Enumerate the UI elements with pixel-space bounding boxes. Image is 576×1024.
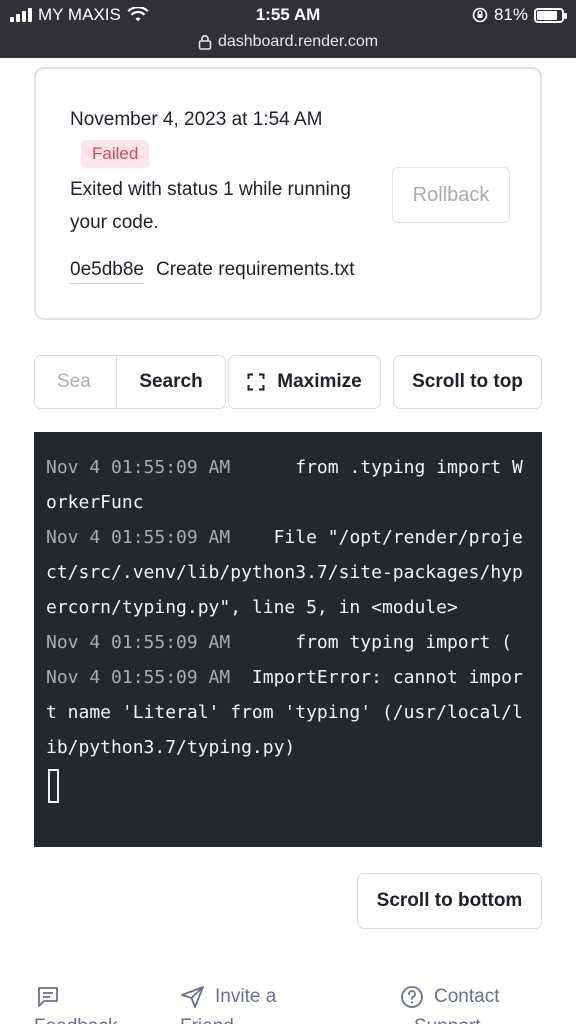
contact-label: Contact (434, 986, 500, 1007)
deploy-date: November 4, 2023 at 1:54 AM (70, 109, 323, 130)
invite-friend-link[interactable]: Invite a (180, 985, 276, 1009)
deploy-card: November 4, 2023 at 1:54 AM Failed Exite… (34, 67, 542, 320)
invite-label: Invite a (215, 986, 277, 1007)
help-icon (401, 986, 423, 1008)
feedback-icon (38, 987, 58, 1007)
battery-area: 81% (472, 5, 567, 25)
scroll-to-top-button[interactable]: Scroll to top (393, 355, 542, 409)
scroll-to-bottom-button[interactable]: Scroll to bottom (357, 873, 542, 929)
log-search-group: Search (34, 355, 226, 409)
lock-icon (198, 35, 212, 50)
log-timestamp: Nov 4 01:55:09 AM (46, 667, 231, 688)
log-timestamp: Nov 4 01:55:09 AM (46, 457, 231, 478)
feedback-link[interactable] (36, 985, 60, 1009)
url-bar[interactable]: dashboard.render.com (0, 33, 576, 51)
deploy-message: Exited with status 1 while running your … (70, 179, 351, 233)
commit-info: 0e5db8e Create requirements.txt (70, 259, 355, 284)
log-line: Nov 4 01:55:09 AM from .typing import Wo… (46, 450, 530, 520)
log-line: Nov 4 01:55:09 AM from typing import ( (46, 625, 530, 660)
log-text: from typing import ( (230, 632, 512, 653)
contact-label-2[interactable]: Support (414, 1016, 481, 1024)
send-icon (181, 986, 204, 1008)
url-text: dashboard.render.com (217, 33, 379, 50)
battery-percent: 81% (493, 5, 528, 24)
commit-message: Create requirements.txt (155, 259, 355, 280)
battery-icon (534, 7, 567, 23)
status-bar: MY MAXIS 1:55 AM 81% dashboard.render.co… (0, 0, 576, 58)
status-badge: Failed (81, 140, 150, 168)
rollback-button[interactable]: Rollback (392, 167, 510, 223)
terminal-cursor (48, 769, 59, 803)
orientation-lock-icon (472, 7, 488, 23)
log-line: Nov 4 01:55:09 AM ImportError: cannot im… (46, 660, 530, 765)
contact-support-link[interactable]: Contact (400, 985, 499, 1009)
maximize-icon (247, 373, 265, 391)
invite-label-2[interactable]: Friend (180, 1016, 234, 1024)
log-timestamp: Nov 4 01:55:09 AM (46, 632, 231, 653)
log-timestamp: Nov 4 01:55:09 AM (46, 527, 231, 548)
feedback-label[interactable]: Feedback (34, 1016, 117, 1024)
log-terminal[interactable]: Nov 4 01:55:09 AM from .typing import Wo… (34, 432, 542, 847)
maximize-label: Maximize (277, 371, 362, 392)
commit-hash-link[interactable]: 0e5db8e (70, 259, 144, 284)
search-button[interactable]: Search (117, 356, 225, 408)
search-input[interactable] (35, 356, 117, 408)
log-line: Nov 4 01:55:09 AM File "/opt/render/proj… (46, 520, 530, 625)
maximize-button[interactable]: Maximize (228, 355, 381, 409)
